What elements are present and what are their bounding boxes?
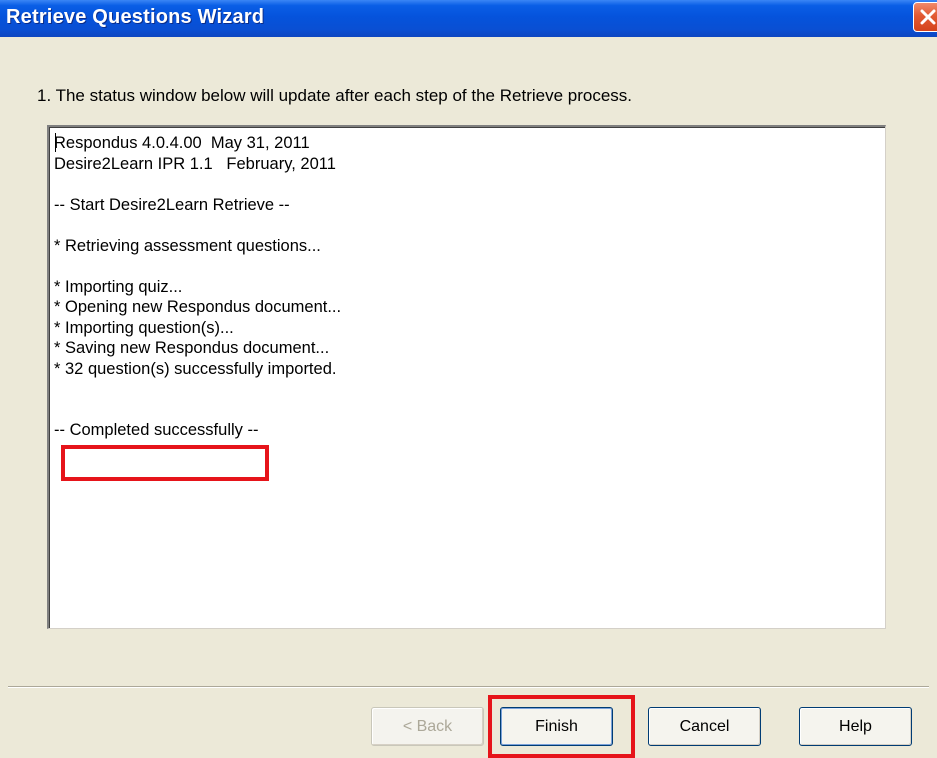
status-line bbox=[54, 256, 885, 277]
status-line: -- Start Desire2Learn Retrieve -- bbox=[54, 195, 290, 214]
finish-button[interactable]: Finish bbox=[500, 707, 613, 746]
status-line bbox=[54, 215, 885, 236]
status-line: * Retrieving assessment questions... bbox=[54, 236, 321, 255]
close-icon bbox=[920, 9, 936, 25]
status-window[interactable]: Respondus 4.0.4.00 May 31, 2011 Desire2Le… bbox=[47, 125, 886, 629]
status-line: Desire2Learn IPR 1.1 February, 2011 bbox=[54, 154, 336, 173]
status-line bbox=[54, 174, 885, 195]
title-bar: Retrieve Questions Wizard bbox=[0, 0, 937, 37]
back-button[interactable]: < Back bbox=[371, 707, 484, 746]
close-button[interactable] bbox=[913, 2, 937, 32]
status-line: * 32 question(s) successfully imported. bbox=[54, 359, 337, 378]
text-caret bbox=[55, 133, 56, 152]
status-line bbox=[54, 400, 885, 421]
status-line: * Saving new Respondus document... bbox=[54, 339, 330, 357]
status-line: * Opening new Respondus document... bbox=[54, 298, 342, 316]
separator bbox=[8, 686, 929, 688]
help-button[interactable]: Help bbox=[799, 707, 912, 746]
window-title: Retrieve Questions Wizard bbox=[6, 6, 265, 28]
status-line: -- Completed successfully -- bbox=[54, 421, 259, 439]
status-line: Respondus 4.0.4.00 May 31, 2011 bbox=[54, 134, 310, 152]
instruction-text: 1. The status window below will update a… bbox=[37, 86, 633, 105]
status-line bbox=[54, 379, 885, 400]
cancel-button[interactable]: Cancel bbox=[648, 707, 761, 746]
status-line: * Importing question(s)... bbox=[54, 318, 234, 337]
status-line: * Importing quiz... bbox=[54, 277, 183, 296]
